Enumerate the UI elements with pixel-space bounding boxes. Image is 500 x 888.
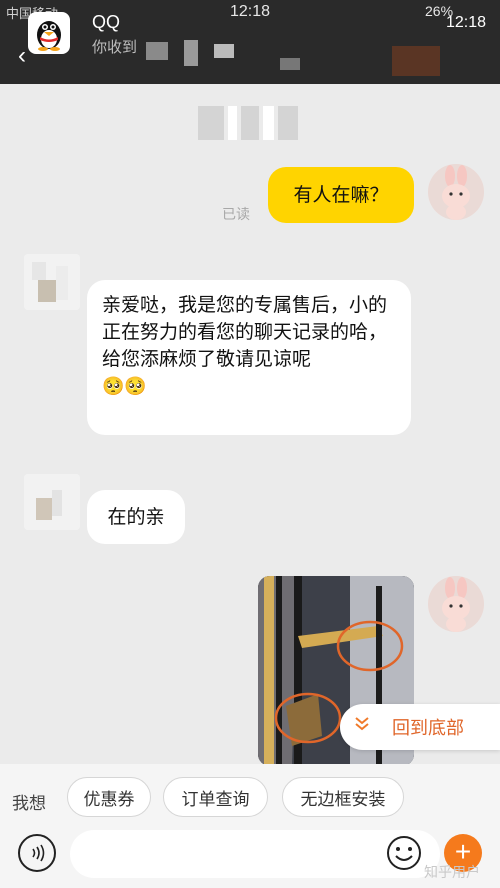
agent-avatar[interactable]	[24, 254, 80, 310]
redacted-block	[214, 44, 234, 58]
my-message-bubble[interactable]: 有人在嘛？	[268, 167, 414, 223]
notification-preview: 你收到	[92, 39, 138, 56]
double-chevron-down-icon	[340, 715, 384, 739]
notification-bar[interactable]: 中国移动 12:18 26% 12:18 QQ 你收到 ‹	[0, 0, 500, 84]
voice-icon[interactable]	[18, 834, 56, 872]
agent-message-bubble-short[interactable]: 在的亲	[87, 490, 185, 544]
redacted-block	[392, 46, 440, 76]
message-input[interactable]	[70, 830, 440, 878]
chip-order-query[interactable]: 订单查询	[163, 777, 268, 817]
back-arrow-icon[interactable]: ‹	[18, 42, 26, 70]
pleading-face-emoji: 🥺🥺	[102, 376, 147, 396]
back-to-bottom-button[interactable]: 回到底部	[340, 704, 500, 750]
redacted-block	[184, 40, 198, 66]
status-time: 12:18	[230, 3, 271, 20]
redacted-block	[146, 42, 168, 60]
quick-phrase-bar: 我想 优惠券 订单查询 无边框安装	[0, 764, 500, 828]
chip-coupon[interactable]: 优惠券	[67, 777, 151, 817]
notification-app-name: QQ	[92, 12, 121, 32]
agent-message-text: 亲爱哒，我是您的专属售后，小的正在努力的看您的聊天记录的哈，给您添麻烦了敬请见谅…	[102, 295, 388, 370]
watermark-text: 知乎用户	[424, 864, 480, 880]
clock: 12:18	[446, 14, 487, 31]
redacted-block	[280, 58, 300, 70]
my-avatar[interactable]	[428, 164, 484, 220]
chat-area[interactable]: 有人在嘛？ 已读 亲爱哒，我是您的专属售后，小的正在努力的看您的聊天记录的哈，给…	[0, 84, 500, 766]
qq-penguin-icon	[28, 12, 70, 54]
chip-frameless-install[interactable]: 无边框安装	[282, 777, 404, 817]
agent-avatar[interactable]	[24, 474, 80, 530]
smiley-icon[interactable]	[386, 835, 422, 871]
quick-phrase-label: 我想	[12, 794, 46, 813]
my-avatar[interactable]	[428, 576, 484, 632]
read-receipt: 已读	[222, 206, 250, 222]
redacted-timestamp	[198, 106, 298, 140]
input-bar: + 知乎用户	[0, 828, 500, 888]
back-to-bottom-label: 回到底部	[392, 718, 464, 738]
agent-message-bubble[interactable]: 亲爱哒，我是您的专属售后，小的正在努力的看您的聊天记录的哈，给您添麻烦了敬请见谅…	[87, 280, 411, 435]
